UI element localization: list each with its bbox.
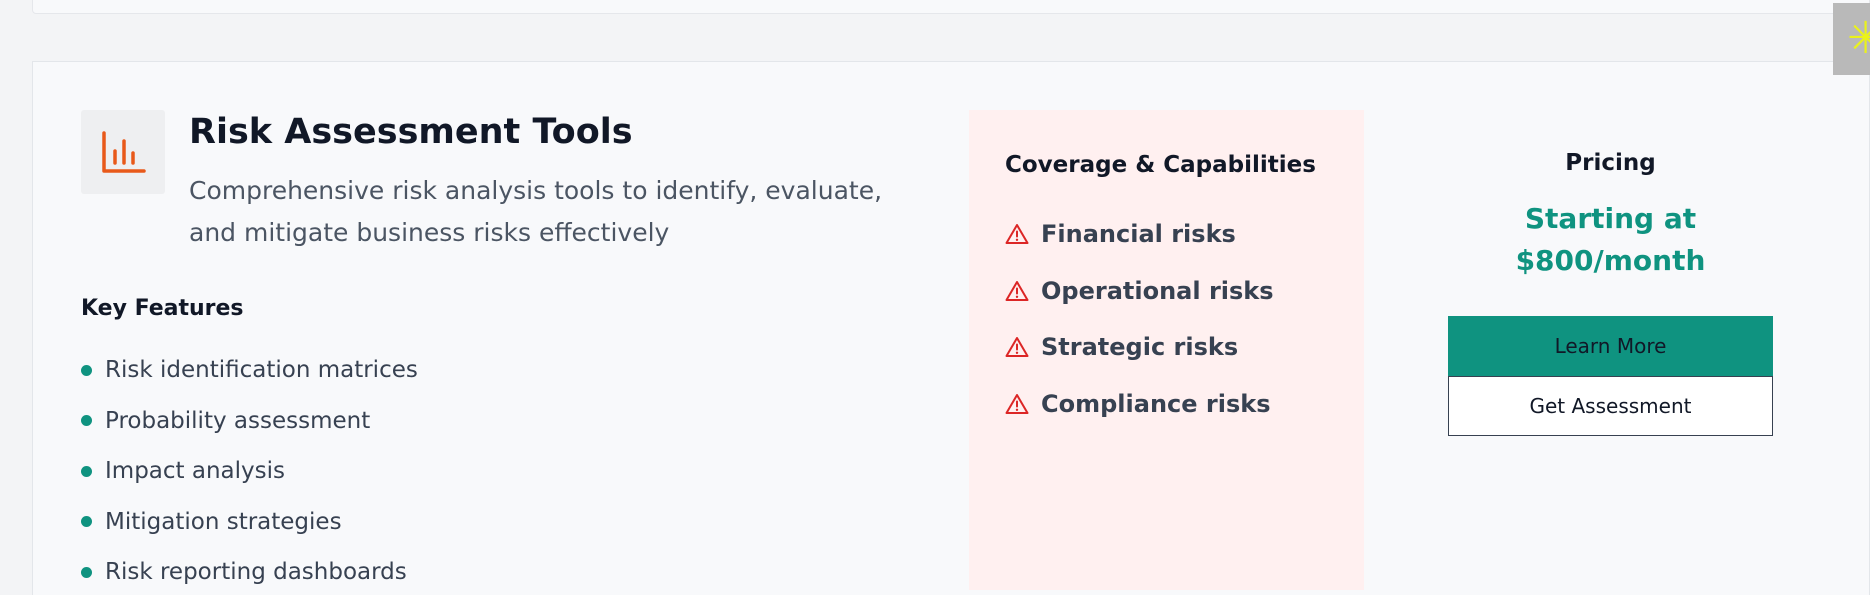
coverage-item: Compliance risks (1005, 376, 1274, 433)
feature-item: Probability assessment (81, 396, 418, 447)
pricing-label: Pricing (1565, 150, 1656, 176)
asterisk-icon: ✳ (1847, 13, 1870, 64)
coverage-item: Strategic risks (1005, 319, 1274, 376)
bullet-dot-icon (81, 516, 92, 528)
warning-icon (1005, 223, 1029, 245)
pricing-section: Pricing Starting at $800/month (1448, 150, 1773, 282)
page: Risk Assessment Tools Comprehensive risk… (0, 0, 1870, 595)
feature-item: Mitigation strategies (81, 497, 418, 548)
coverage-heading: Coverage & Capabilities (1005, 152, 1316, 178)
coverage-item: Financial risks (1005, 206, 1274, 263)
coverage-text: Strategic risks (1041, 333, 1239, 362)
key-features-list: Risk identification matrices Probability… (81, 345, 418, 595)
get-assessment-button[interactable]: Get Assessment (1448, 376, 1773, 436)
bar-chart-icon (102, 131, 146, 173)
feature-text: Impact analysis (105, 458, 285, 485)
feature-item: Risk reporting dashboards (81, 547, 418, 595)
service-title: Risk Assessment Tools (189, 112, 633, 152)
bullet-dot-icon (81, 566, 92, 578)
coverage-panel: Coverage & Capabilities Financial risks … (969, 110, 1364, 590)
warning-icon (1005, 280, 1029, 302)
warning-icon (1005, 336, 1029, 358)
coverage-text: Compliance risks (1041, 389, 1271, 418)
learn-more-button[interactable]: Learn More (1448, 316, 1773, 376)
feature-item: Risk identification matrices (81, 345, 418, 396)
feature-text: Risk identification matrices (105, 357, 418, 384)
bullet-dot-icon (81, 364, 92, 376)
coverage-item: Operational risks (1005, 263, 1274, 320)
bullet-dot-icon (81, 465, 92, 477)
key-features-heading: Key Features (81, 296, 244, 321)
warning-icon (1005, 393, 1029, 415)
feature-text: Probability assessment (105, 407, 371, 434)
coverage-list: Financial risks Operational risks Strate… (1005, 206, 1274, 432)
service-icon-box (81, 110, 165, 194)
feature-text: Risk reporting dashboards (105, 559, 407, 586)
feature-text: Mitigation strategies (105, 508, 342, 535)
previous-service-card (32, 0, 1870, 14)
bullet-dot-icon (81, 415, 92, 427)
coverage-text: Financial risks (1041, 220, 1236, 249)
price-text: Starting at $800/month (1515, 202, 1706, 277)
service-description: Comprehensive risk analysis tools to ide… (189, 176, 883, 247)
feature-item: Impact analysis (81, 446, 418, 497)
coverage-text: Operational risks (1041, 276, 1274, 305)
floating-widget-button[interactable]: ✳ (1833, 3, 1870, 75)
